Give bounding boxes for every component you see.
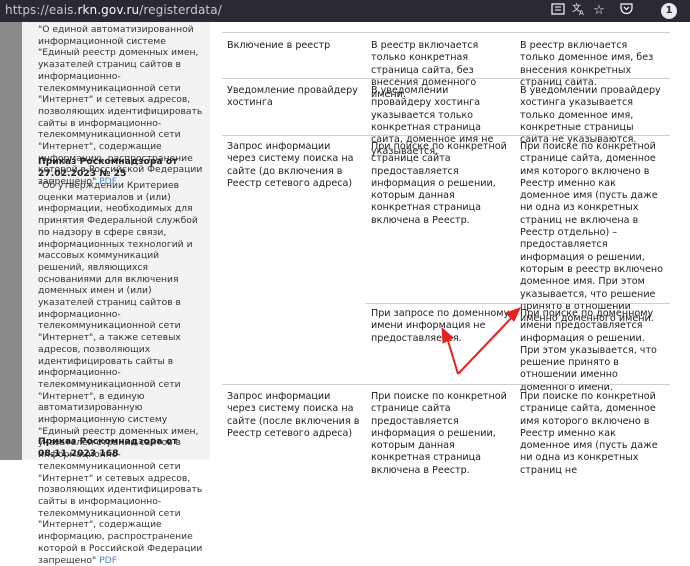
arrow-left-head [441, 326, 454, 344]
arrow-right-head [505, 307, 521, 322]
profile-icon[interactable]: 1 [661, 3, 677, 19]
url-domain: rkn.gov.ru [77, 3, 140, 17]
translate-icon[interactable]: 文A [570, 2, 588, 20]
url-prefix: https://eais. [5, 3, 78, 17]
page-content: "О единой автоматизированной информацион… [22, 22, 690, 566]
address-bar[interactable]: https://eais.rkn.gov.ru/registerdata/ [5, 3, 222, 17]
svg-text:A: A [579, 9, 584, 16]
annotation-arrows [441, 307, 521, 375]
reader-view-icon[interactable] [549, 2, 567, 20]
browser-toolbar: https://eais.rkn.gov.ru/registerdata/ 文A… [0, 0, 690, 22]
page-viewport: "О единой автоматизированной информацион… [0, 22, 690, 566]
page-left-margin [0, 22, 22, 460]
red-arrow-annotation [441, 307, 521, 375]
arrow-right-shaft [457, 312, 517, 375]
bookmark-star-icon[interactable]: ☆ [590, 2, 608, 20]
pocket-icon[interactable] [617, 2, 635, 20]
url-suffix: /registerdata/ [139, 3, 222, 17]
pdf-link[interactable]: PDF [99, 555, 117, 566]
